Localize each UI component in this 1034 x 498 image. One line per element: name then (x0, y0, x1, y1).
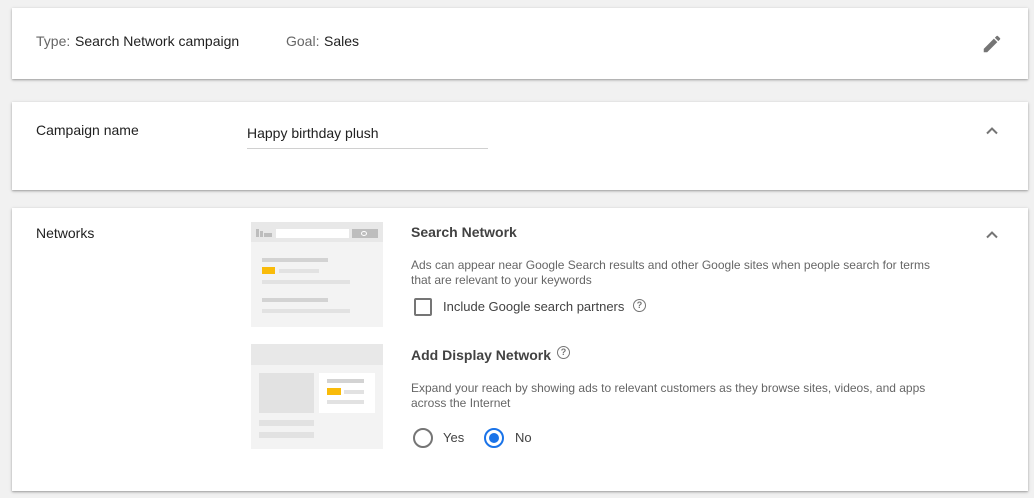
search-partners-label: Include Google search partners (443, 299, 625, 314)
search-network-description: Ads can appear near Google Search result… (411, 258, 930, 287)
networks-label: Networks (36, 225, 95, 241)
campaign-summary-card: Type: Search Network campaign Goal: Sale… (12, 8, 1028, 79)
type-label: Type: (36, 33, 71, 49)
chevron-up-icon[interactable] (982, 121, 1002, 141)
campaign-name-input[interactable]: Happy birthday plush (247, 122, 488, 149)
campaign-name-label: Campaign name (36, 122, 139, 138)
display-network-yes-radio[interactable] (413, 428, 433, 448)
display-network-no-label: No (515, 430, 532, 445)
display-network-description: Expand your reach by showing ads to rele… (411, 381, 926, 410)
chevron-up-icon[interactable] (982, 225, 1002, 245)
goal-value: Sales (324, 33, 360, 49)
display-network-yes-label: Yes (443, 430, 465, 445)
search-network-illustration (251, 222, 383, 327)
campaign-name-card: Campaign name Happy birthday plush (12, 102, 1028, 190)
type-value: Search Network campaign (75, 33, 240, 49)
networks-card: Networks Search Network Ads can appear n… (12, 208, 1028, 491)
search-network-title: Search Network (411, 224, 517, 240)
display-network-illustration (251, 344, 383, 449)
goal-label: Goal: (286, 33, 320, 49)
help-icon[interactable]: ? (557, 346, 570, 359)
display-network-no-radio[interactable] (484, 428, 504, 448)
help-icon[interactable]: ? (633, 299, 646, 312)
search-partners-checkbox[interactable] (414, 298, 432, 316)
pencil-icon[interactable] (981, 33, 1003, 55)
display-network-title: Add Display Network (411, 347, 552, 363)
campaign-name-value: Happy birthday plush (247, 125, 379, 141)
